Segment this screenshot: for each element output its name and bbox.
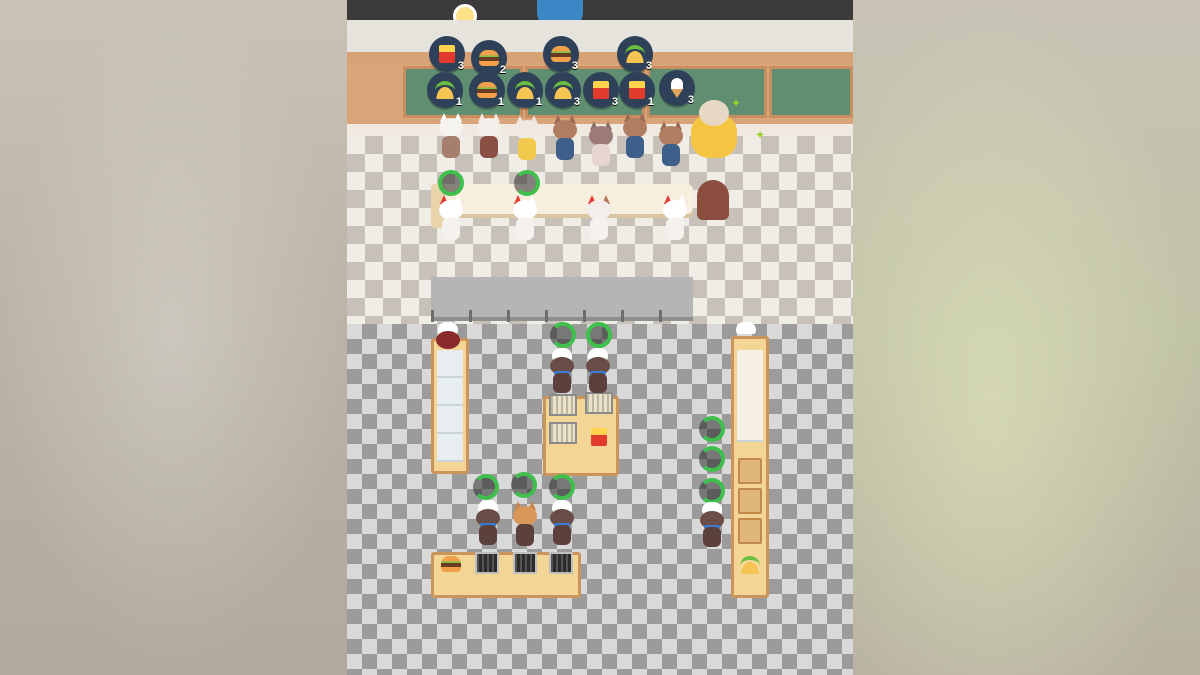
order-bubble[interactable]: 3: [545, 72, 581, 108]
trash-bin[interactable]: [697, 180, 729, 220]
fridge-cell: [437, 434, 463, 462]
waiter[interactable]: [439, 195, 463, 242]
progress-ring: [473, 474, 499, 500]
order-count: 3: [573, 96, 580, 108]
game-viewport[interactable]: 3 2 3 3 1 1 1 3 3 1 3 ✦ ✦: [347, 0, 853, 675]
order-bubble[interactable]: 2: [471, 40, 507, 76]
order-bubble[interactable]: 1: [619, 72, 655, 108]
grill-plate[interactable]: [549, 552, 573, 574]
pass-slots: [431, 310, 693, 322]
chef[interactable]: [699, 502, 725, 548]
taco-icon: [740, 556, 760, 574]
taco-icon: [515, 81, 535, 99]
order-bubble[interactable]: 3: [543, 36, 579, 72]
progress-ring: [699, 478, 725, 504]
chef[interactable]: [475, 500, 501, 546]
order-bubble[interactable]: 3: [659, 70, 695, 106]
grill-plate[interactable]: [513, 552, 537, 574]
fryer-basket[interactable]: [549, 422, 577, 444]
progress-ring: [511, 472, 537, 498]
fryer-basket[interactable]: [585, 392, 613, 414]
customer: [439, 113, 463, 160]
background-blur-left: [0, 0, 347, 675]
order-count: 1: [455, 96, 462, 108]
taco-icon: [435, 81, 455, 99]
customer: [477, 113, 501, 160]
fries-icon: [593, 81, 609, 99]
fridge-cell: [437, 406, 463, 434]
chef[interactable]: [549, 348, 575, 394]
waiter[interactable]: [663, 195, 687, 242]
background-blur-right: [853, 0, 1200, 675]
burger-icon: [479, 50, 499, 66]
order-count: 1: [497, 96, 504, 108]
progress-ring: [550, 322, 576, 348]
ceiling-strip: [347, 0, 853, 20]
progress-ring: [699, 446, 725, 472]
fridge-cell: [437, 378, 463, 406]
order-count: 3: [457, 60, 464, 72]
fryer-basket[interactable]: [549, 394, 577, 416]
progress-ring: [438, 170, 464, 196]
grill-plate[interactable]: [475, 552, 499, 574]
taco-icon: [553, 81, 573, 99]
order-bubble[interactable]: 3: [617, 36, 653, 72]
burger-icon: [441, 556, 461, 572]
customer: [589, 121, 613, 168]
order-count: 1: [647, 96, 654, 108]
chef[interactable]: [585, 348, 611, 394]
customer: [515, 115, 539, 162]
progress-ring: [549, 474, 575, 500]
burger-icon: [551, 46, 571, 62]
fries-icon: [629, 81, 645, 99]
order-bubble[interactable]: 3: [583, 72, 619, 108]
order-count: 2: [499, 64, 506, 76]
order-counter[interactable]: [431, 184, 693, 214]
customer: [659, 121, 683, 168]
fries-icon: [591, 428, 607, 446]
order-bubble[interactable]: 1: [507, 72, 543, 108]
cutting-board[interactable]: [738, 488, 762, 514]
chef[interactable]: [549, 500, 575, 546]
fries-icon: [439, 45, 455, 63]
sparkle-icon: ✦: [731, 96, 742, 110]
wall-shelf: [347, 52, 853, 62]
waiter[interactable]: [513, 195, 537, 242]
waiter[interactable]: [587, 195, 611, 242]
order-bubble[interactable]: 1: [427, 72, 463, 108]
chef[interactable]: [733, 322, 759, 368]
progress-ring: [586, 322, 612, 348]
cutting-board[interactable]: [738, 518, 762, 544]
ice-cream-icon: [671, 78, 683, 98]
order-count: 3: [571, 60, 578, 72]
back-wall: [347, 20, 853, 56]
progress-ring: [699, 416, 725, 442]
sparkle-icon: ✦: [755, 128, 766, 142]
helper-character[interactable]: [513, 501, 537, 548]
chef[interactable]: [435, 322, 461, 368]
taco-icon: [625, 45, 645, 63]
order-bubble[interactable]: 1: [469, 72, 505, 108]
customer: [553, 115, 577, 162]
window-pane: [769, 66, 853, 118]
customer: [623, 113, 647, 160]
burger-icon: [477, 82, 497, 98]
order-count: 1: [535, 96, 542, 108]
progress-ring: [514, 170, 540, 196]
order-bubble[interactable]: 3: [429, 36, 465, 72]
cutting-board[interactable]: [738, 458, 762, 484]
order-count: 3: [611, 96, 618, 108]
order-count: 3: [645, 60, 652, 72]
